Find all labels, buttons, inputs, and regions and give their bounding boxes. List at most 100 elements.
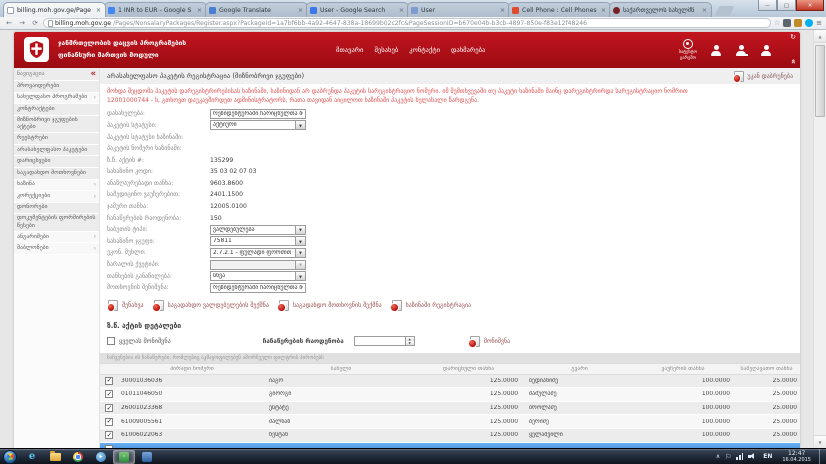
sidebar-item-providers[interactable]: პროვაიდერები: [14, 81, 99, 93]
nav-home[interactable]: მთავარი: [336, 46, 363, 54]
row-checkbox[interactable]: [105, 377, 113, 385]
tray-expand-icon[interactable]: [716, 453, 720, 460]
media-player-button[interactable]: [90, 450, 112, 464]
scroll-up-button[interactable]: [814, 30, 826, 43]
tab-close-icon[interactable]: [701, 6, 708, 14]
request-note-input[interactable]: [210, 283, 306, 293]
tab-gov[interactable]: საქართველოს სახელმწ: [609, 2, 712, 17]
explorer-button[interactable]: [44, 450, 66, 464]
row-checkbox[interactable]: [105, 390, 113, 398]
sidebar-item-payment-requests[interactable]: საგადახდო მოთხოვნები: [14, 168, 99, 180]
record-count-input[interactable]: [354, 336, 406, 346]
sidebar-item-salary-programs[interactable]: სახელფასო პროგრამები: [14, 93, 99, 105]
save-button[interactable]: შენახვა: [108, 300, 144, 311]
sidebar-collapse-icon[interactable]: [91, 69, 97, 79]
bookmark-star-icon[interactable]: [774, 19, 780, 27]
maximize-button[interactable]: [777, 0, 796, 11]
network-icon[interactable]: [736, 453, 743, 460]
address-bar[interactable]: billing.moh.gov.ge /Pages/NonsalaryPacka…: [43, 18, 771, 28]
taskbar-clock[interactable]: 12:47 16.04.2015: [779, 450, 814, 463]
start-button[interactable]: [3, 450, 17, 464]
volume-icon[interactable]: [748, 453, 756, 460]
reload-button[interactable]: [30, 18, 40, 28]
moh-logo-icon[interactable]: [24, 37, 49, 62]
tab-translate[interactable]: Google Translate: [205, 2, 308, 17]
tab-close-icon[interactable]: [297, 6, 304, 14]
blue-app-button[interactable]: [136, 450, 158, 464]
extension-icon[interactable]: [783, 19, 791, 27]
collapse-up-icon[interactable]: [789, 59, 798, 64]
treasury-group-select[interactable]: 75811: [210, 236, 306, 246]
user-icon[interactable]: [710, 45, 722, 56]
active-app-button[interactable]: [113, 450, 135, 464]
refresh-icon[interactable]: [790, 33, 796, 41]
distribution-select[interactable]: სხვა: [210, 271, 306, 281]
sidebar-item-donors[interactable]: დონორები: [14, 203, 99, 215]
sidebar-item-contracts[interactable]: კონტრაქტები: [14, 104, 99, 116]
treasury-register-button[interactable]: ხაზინაში რეგისტრაცია: [392, 300, 471, 311]
minimize-button[interactable]: [758, 0, 777, 11]
tab-search[interactable]: User - Google Search: [306, 2, 409, 17]
skype-extension-icon[interactable]: [805, 19, 813, 27]
create-payment-request-button[interactable]: საგადახდო მოთხოვნის შექმნა: [279, 300, 382, 311]
tab-close-icon[interactable]: [499, 6, 506, 14]
sidebar-item-accruals[interactable]: დარიცხვები: [14, 156, 99, 168]
sidebar-item-label: რეესტრები: [17, 135, 48, 142]
tab-billing[interactable]: billing.moh.gov.ge/Page: [3, 2, 106, 17]
sidebar-item-document-rules[interactable]: დოკუმენტების ფორმირების წესები: [14, 214, 99, 231]
table-row[interactable]: 01011046050 გიორგი 125.0000 მამულაძე 100…: [100, 388, 800, 402]
close-button[interactable]: [796, 0, 824, 11]
tab-shop[interactable]: Cell Phone : Cell Phones: [508, 2, 611, 17]
action-center-flag-icon[interactable]: [725, 453, 731, 461]
row-checkbox[interactable]: [105, 431, 113, 439]
mark-button[interactable]: მონიშვნა: [470, 336, 510, 347]
tab-close-icon[interactable]: [398, 6, 405, 14]
forward-nav-button[interactable]: [17, 18, 27, 28]
sidebar-item-registers[interactable]: რეესტრები: [14, 133, 99, 145]
page-scrollbar[interactable]: [813, 30, 826, 448]
sidebar-item-target-group-acts[interactable]: მიზნობრივი ჯგუფების აქტები: [14, 116, 99, 133]
browser-menu-icon[interactable]: [816, 19, 822, 27]
scrollbar-thumb[interactable]: [815, 45, 825, 117]
table-row[interactable]: 30001036036 იაგო 125.0000 ბედიანიძე 100.…: [100, 375, 800, 389]
content-titlebar: არასახელფასო პაკეტის რეგისტრაცია (მიზნობ…: [100, 68, 800, 84]
package-status-select[interactable]: აქტიური: [210, 120, 306, 130]
users-icon[interactable]: [760, 45, 772, 56]
nav-about[interactable]: შესახებ: [374, 46, 398, 54]
econ-article-select[interactable]: 2.7.2.1 - ფულადი ფორმით: [210, 248, 306, 258]
tab-currency[interactable]: 1 INR to EUR - Google S: [104, 2, 207, 17]
back-nav-button[interactable]: [4, 18, 14, 28]
create-payment-obligation-button[interactable]: საგადახდო ვალდებულების შექმნა: [154, 300, 269, 311]
sidebar-item-reports[interactable]: ანგარიშები: [14, 232, 99, 244]
extension-icon[interactable]: [794, 19, 802, 27]
name-input[interactable]: [210, 109, 306, 119]
tab-close-icon[interactable]: [196, 6, 203, 14]
table-row[interactable]: 61006022063 ნესტან 125.0000 ყელაშვილი 10…: [100, 429, 800, 443]
row-checkbox[interactable]: [105, 404, 113, 412]
sidebar-item-templates[interactable]: შაბლონები: [14, 243, 99, 255]
sidebar-item-nonsalary-packages[interactable]: არასახელფასო პაკეტები: [14, 145, 99, 157]
tab-user[interactable]: User: [407, 2, 510, 17]
document-type-select[interactable]: ვალდებულება: [210, 225, 306, 235]
row-checkbox[interactable]: [105, 418, 113, 426]
table-row[interactable]: 26001023368 ესტატე 125.0000 ბროლაძე 100.…: [100, 402, 800, 416]
table-row[interactable]: 61009005561 მალხაზ 125.0000 ბერიძე 100.0…: [100, 415, 800, 429]
sidebar-item-treasury[interactable]: ხაზინა: [14, 180, 99, 192]
new-tab-button[interactable]: [715, 6, 735, 16]
sidebar-item-corrections[interactable]: კორექციები: [14, 191, 99, 203]
nav-help[interactable]: დახმარება: [451, 46, 485, 54]
select-all-checkbox[interactable]: [107, 337, 115, 345]
user-card-icon[interactable]: [735, 45, 747, 56]
go-back-button[interactable]: უკან დაბრუნება: [734, 71, 793, 82]
scroll-down-button[interactable]: [814, 435, 826, 448]
tab-close-icon[interactable]: [600, 6, 607, 14]
tab-close-icon[interactable]: [95, 6, 102, 14]
nav-contact[interactable]: კონტაქტი: [409, 46, 440, 54]
sidebar-item-label: მიზნობრივი ჯგუფების აქტები: [17, 117, 96, 131]
navigation-sidebar: ნავიგაცია პროვაიდერები სახელფასო პროგრამ…: [14, 68, 100, 448]
chrome-button[interactable]: [67, 450, 89, 464]
internet-explorer-button[interactable]: [21, 450, 43, 464]
show-desktop-button[interactable]: [819, 449, 825, 464]
stepper-down-icon[interactable]: [406, 341, 414, 345]
language-indicator[interactable]: EN: [761, 453, 774, 460]
